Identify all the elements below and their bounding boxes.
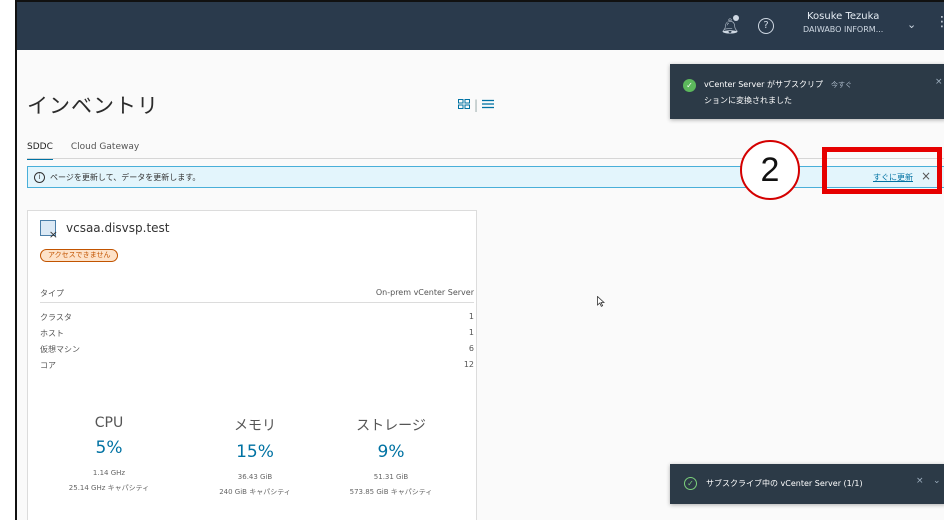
stat-value: 6 [468,344,474,353]
app-frame: 🔔︎ ? Kosuke Tezuka DAIWABO INFORM... ⌄ ⋮… [15,0,944,520]
metric-capacity: 573.85 GiB キャパシティ [349,488,433,496]
info-icon: i [34,171,45,183]
metric-used: 51.31 GiB [373,473,409,481]
metric-capacity: 25.14 GHz キャパシティ [68,484,150,492]
stat-row-vms: 仮想マシン 6 [40,344,474,355]
vcenter-card[interactable]: vcsaa.disvsp.test アクセスできません タイプ On-prem … [27,210,477,520]
metric-label: CPU [94,415,124,431]
alert-message: ページを更新して、データを更新します。 [50,172,201,182]
help-icon[interactable]: ? [758,18,774,34]
type-label: タイプ [40,289,64,298]
status-badge: アクセスできません [40,249,119,262]
toast-text: vCenter Server がサブスクリプ [704,80,823,89]
page-title: インベントリ [27,94,159,118]
refresh-alert: i ページを更新して、データを更新します。 すぐに更新 × [27,166,944,188]
toast-converted: ✓ vCenter Server がサブスクリプ 今すぐ ションに変換されました … [670,64,944,119]
chevron-down-icon[interactable]: ⌄ [933,476,941,486]
stat-value: 12 [463,360,474,369]
tab-divider [27,158,944,159]
close-icon[interactable]: × [935,77,943,87]
user-name: Kosuke Tezuka [806,11,880,22]
stat-label: 仮想マシン [40,345,80,354]
metric-label: ストレージ [356,418,426,434]
notification-dot [733,15,739,21]
metric-capacity: 240 GiB キャパシティ [219,488,291,496]
view-toggle: | [458,98,495,112]
metric-memory: メモリ 15% 36.43 GiB 240 GiB キャパシティ [190,415,320,497]
more-icon[interactable]: ⋮ [935,14,944,30]
list-view-icon[interactable] [482,98,495,112]
toast-line-2: ションに変換されました [704,96,792,105]
mouse-cursor-icon [597,295,606,310]
org-name: DAIWABO INFORM... [803,25,884,34]
stat-label: クラスタ [40,313,72,322]
success-check-icon: ✓ [683,79,696,92]
metric-used: 1.14 GHz [92,469,126,477]
bell-icon[interactable]: 🔔︎ [720,15,740,36]
metric-percent: 5% [95,438,123,458]
annotation-step-number: 2 [740,140,800,200]
stat-label: コア [40,361,56,370]
close-icon[interactable]: × [916,476,924,486]
toast-time: 今すぐ [830,81,852,89]
chevron-down-icon[interactable]: ⌄ [907,18,916,31]
toast-message: サブスクライブ中の vCenter Server (1/1) [706,479,863,488]
stat-row-hosts: ホスト 1 [40,328,474,339]
vcenter-icon [40,220,58,241]
toggle-separator: | [474,98,479,112]
top-header: 🔔︎ ? Kosuke Tezuka DAIWABO INFORM... ⌄ ⋮ [17,2,944,50]
metric-percent: 15% [236,442,274,462]
metric-cpu: CPU 5% 1.14 GHz 25.14 GHz キャパシティ [44,415,174,493]
type-value: On-prem vCenter Server [375,288,474,297]
metric-storage: ストレージ 9% 51.31 GiB 573.85 GiB キャパシティ [326,415,456,497]
metric-percent: 9% [377,442,405,462]
toast-subscribing: ✓ サブスクライブ中の vCenter Server (1/1) × ⌄ [670,464,944,504]
metric-used: 36.43 GiB [237,473,273,481]
metric-label: メモリ [234,418,276,434]
grid-view-icon[interactable] [458,98,470,112]
stat-row-cores: コア 12 [40,360,474,371]
user-menu[interactable]: Kosuke Tezuka DAIWABO INFORM... [803,11,883,34]
toast-line-1: vCenter Server がサブスクリプ 今すぐ [704,79,852,90]
type-row: タイプ On-prem vCenter Server [40,288,474,299]
card-header: vcsaa.disvsp.test [40,220,170,241]
success-check-icon: ✓ [684,477,697,490]
stat-value: 1 [468,328,474,337]
stat-row-clusters: クラスタ 1 [40,312,474,323]
stat-value: 1 [468,312,474,321]
annotation-highlight-box [822,147,942,194]
stat-label: ホスト [40,329,64,338]
card-title[interactable]: vcsaa.disvsp.test [66,221,170,235]
card-divider [40,302,474,303]
